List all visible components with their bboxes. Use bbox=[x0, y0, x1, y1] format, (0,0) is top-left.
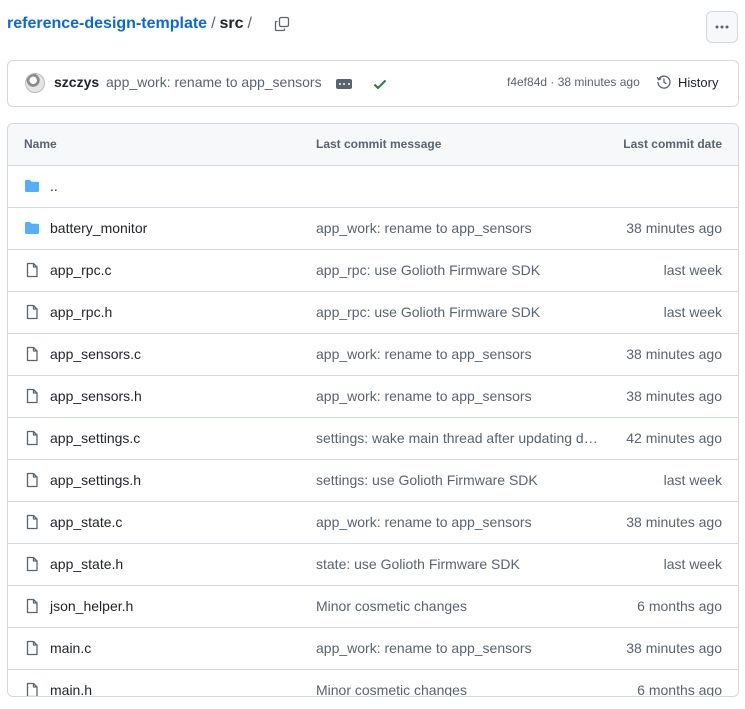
file-table: Name Last commit message Last commit dat… bbox=[7, 123, 739, 697]
commit-date: last week bbox=[663, 472, 722, 488]
commit-date: 6 months ago bbox=[637, 598, 722, 614]
file-icon bbox=[24, 346, 40, 362]
table-row[interactable]: app_settings.c settings: wake main threa… bbox=[8, 418, 738, 460]
file-icon bbox=[24, 262, 40, 278]
commit-message-link[interactable]: app_work: rename to app_sensors bbox=[316, 388, 600, 404]
file-name-link[interactable]: main.c bbox=[50, 640, 91, 656]
column-header-name: Name bbox=[24, 137, 57, 151]
commit-message-link[interactable]: app_work: rename to app_sensors bbox=[316, 346, 600, 362]
table-row[interactable]: battery_monitor app_work: rename to app_… bbox=[8, 208, 738, 250]
file-name-link[interactable]: app_rpc.h bbox=[50, 304, 112, 320]
file-icon bbox=[24, 682, 40, 696]
table-row[interactable]: app_settings.h settings: use Golioth Fir… bbox=[8, 460, 738, 502]
commit-message-link[interactable]: app_rpc: use Golioth Firmware SDK bbox=[316, 262, 600, 278]
copy-path-button[interactable] bbox=[274, 16, 290, 32]
table-header: Name Last commit message Last commit dat… bbox=[8, 124, 738, 166]
breadcrumb-trailing-separator: / bbox=[247, 15, 252, 32]
file-name-link[interactable]: app_sensors.h bbox=[50, 388, 142, 404]
copy-icon bbox=[274, 16, 290, 32]
commit-date: last week bbox=[663, 304, 722, 320]
commit-date: last week bbox=[663, 262, 722, 278]
commit-message-link[interactable]: app_work: rename to app_sensors bbox=[106, 74, 322, 90]
breadcrumb-current-dir: src bbox=[219, 15, 244, 32]
commit-message-link[interactable]: app_work: rename to app_sensors bbox=[316, 640, 600, 656]
file-name-link[interactable]: .. bbox=[50, 178, 58, 194]
file-name-link[interactable]: battery_monitor bbox=[50, 220, 147, 236]
history-label: History bbox=[678, 74, 719, 90]
commit-sha-time[interactable]: f4ef84d · 38 minutes ago bbox=[507, 75, 640, 89]
column-header-message: Last commit message bbox=[316, 137, 442, 151]
history-button[interactable]: History bbox=[656, 74, 718, 90]
file-icon bbox=[24, 598, 40, 614]
commit-message-link[interactable]: Minor cosmetic changes bbox=[316, 598, 600, 614]
file-icon bbox=[24, 556, 40, 572]
file-icon bbox=[24, 514, 40, 530]
commit-message-link[interactable]: Minor cosmetic changes bbox=[316, 682, 600, 696]
expand-commit-message-button[interactable] bbox=[336, 79, 352, 89]
commit-message-link[interactable]: app_rpc: use Golioth Firmware SDK bbox=[316, 304, 600, 320]
commit-author-link[interactable]: szczys bbox=[54, 74, 99, 90]
file-icon bbox=[24, 640, 40, 656]
commit-message-link[interactable]: settings: wake main thread after updatin… bbox=[316, 430, 600, 446]
table-row[interactable]: json_helper.h Minor cosmetic changes 6 m… bbox=[8, 586, 738, 628]
table-row[interactable]: main.c app_work: rename to app_sensors 3… bbox=[8, 628, 738, 670]
commit-date: 38 minutes ago bbox=[626, 514, 722, 530]
file-directory-icon bbox=[24, 220, 40, 236]
file-name-link[interactable]: app_state.c bbox=[50, 514, 122, 530]
file-name-link[interactable]: app_state.h bbox=[50, 556, 123, 572]
commit-message-link[interactable]: app_work: rename to app_sensors bbox=[316, 514, 600, 530]
file-name-link[interactable]: app_rpc.c bbox=[50, 262, 111, 278]
column-header-date: Last commit date bbox=[623, 137, 722, 151]
table-row[interactable]: .. bbox=[8, 166, 738, 208]
commit-message-link[interactable]: app_work: rename to app_sensors bbox=[316, 220, 600, 236]
file-icon bbox=[24, 388, 40, 404]
commit-date: 42 minutes ago bbox=[626, 430, 722, 446]
commit-date: 38 minutes ago bbox=[626, 388, 722, 404]
file-icon bbox=[24, 472, 40, 488]
kebab-horizontal-icon bbox=[715, 25, 729, 29]
commit-date: 38 minutes ago bbox=[626, 220, 722, 236]
more-options-button[interactable] bbox=[706, 11, 738, 43]
file-icon bbox=[24, 430, 40, 446]
table-row[interactable]: app_sensors.h app_work: rename to app_se… bbox=[8, 376, 738, 418]
commit-message-link[interactable]: state: use Golioth Firmware SDK bbox=[316, 556, 600, 572]
table-body: .. battery_monitor app_work: rename to a… bbox=[8, 166, 738, 697]
table-row[interactable]: app_sensors.c app_work: rename to app_se… bbox=[8, 334, 738, 376]
commit-message-link[interactable]: settings: use Golioth Firmware SDK bbox=[316, 472, 600, 488]
file-directory-icon bbox=[24, 178, 40, 194]
commit-date: 6 months ago bbox=[637, 682, 722, 697]
table-row[interactable]: app_state.h state: use Golioth Firmware … bbox=[8, 544, 738, 586]
file-icon bbox=[24, 304, 40, 320]
table-row[interactable]: app_rpc.c app_rpc: use Golioth Firmware … bbox=[8, 250, 738, 292]
history-icon bbox=[656, 75, 671, 89]
check-icon[interactable] bbox=[372, 76, 388, 92]
file-name-link[interactable]: json_helper.h bbox=[50, 598, 133, 614]
file-name-link[interactable]: app_settings.h bbox=[50, 472, 141, 488]
latest-commit-box: szczys app_work: rename to app_sensors f… bbox=[7, 60, 739, 107]
breadcrumb-repo-link[interactable]: reference-design-template bbox=[7, 15, 207, 33]
breadcrumb: reference-design-template / src / bbox=[7, 15, 290, 33]
file-name-link[interactable]: app_settings.c bbox=[50, 430, 140, 446]
table-row[interactable]: app_rpc.h app_rpc: use Golioth Firmware … bbox=[8, 292, 738, 334]
table-row[interactable]: app_state.c app_work: rename to app_sens… bbox=[8, 502, 738, 544]
commit-date: last week bbox=[663, 556, 722, 572]
breadcrumb-bar: reference-design-template / src / bbox=[0, 0, 745, 56]
file-name-link[interactable]: app_sensors.c bbox=[50, 346, 141, 362]
avatar[interactable] bbox=[25, 73, 45, 93]
breadcrumb-separator: / bbox=[211, 15, 216, 32]
file-name-link[interactable]: main.h bbox=[50, 682, 92, 696]
commit-date: 38 minutes ago bbox=[626, 346, 722, 362]
commit-date: 38 minutes ago bbox=[626, 640, 722, 656]
table-row[interactable]: main.h Minor cosmetic changes 6 months a… bbox=[8, 670, 738, 697]
